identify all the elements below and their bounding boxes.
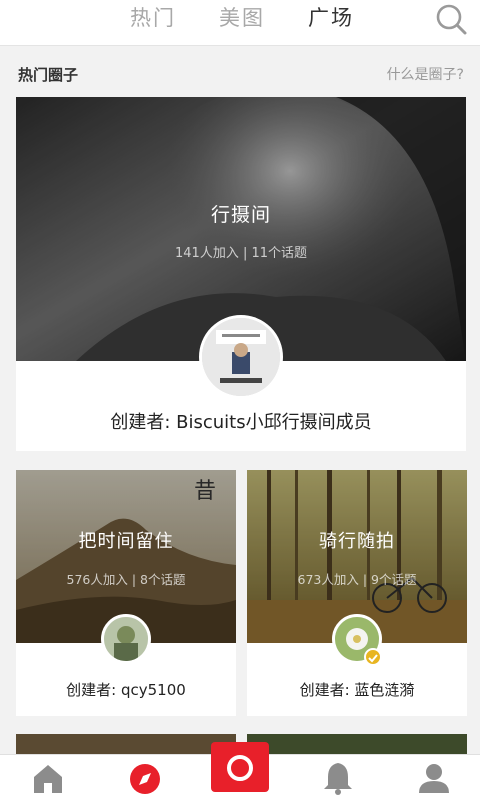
- avatar-image: [104, 617, 148, 661]
- nav-home[interactable]: [18, 755, 78, 800]
- circle-name: 把时间留住: [78, 531, 174, 552]
- home-icon: [34, 765, 62, 793]
- circle-card[interactable]: 昔 把时间留住 576人加入 | 8个话题 创建者: qcy5100: [16, 470, 236, 716]
- search-icon: [436, 4, 467, 35]
- nav-discover[interactable]: [115, 755, 175, 800]
- search-button[interactable]: [434, 2, 468, 36]
- section-header: 热门圈子 什么是圈子?: [0, 46, 480, 96]
- creator-name: 创建者: 蓝色涟漪: [299, 681, 415, 699]
- circle-card-partial[interactable]: [247, 734, 467, 754]
- bottom-navigation: [0, 742, 480, 800]
- circle-name: 骑行随拍: [319, 531, 395, 552]
- verified-badge-icon: [364, 648, 382, 666]
- camera-icon: [227, 755, 253, 781]
- circle-card-featured[interactable]: 行摄间 141人加入 | 11个话题 创建者: Biscuits小邱行摄间成员: [16, 97, 466, 451]
- circle-stats: 673人加入 | 9个话题: [297, 572, 417, 587]
- circle-stats: 141人加入 | 11个话题: [175, 246, 307, 261]
- circle-stats: 576人加入 | 8个话题: [66, 572, 186, 587]
- tab-pics[interactable]: 美图: [219, 4, 265, 32]
- tab-hot[interactable]: 热门: [130, 4, 176, 32]
- avatar-image: [202, 318, 280, 396]
- creator-name: 创建者: Biscuits小邱行摄间成员: [110, 412, 372, 433]
- compass-icon: [130, 764, 160, 794]
- nav-camera-button[interactable]: [211, 742, 269, 792]
- creator-avatar[interactable]: [199, 315, 283, 399]
- user-icon: [419, 764, 449, 793]
- circle-card[interactable]: 骑行随拍 673人加入 | 9个话题 创建者: 蓝色涟漪: [247, 470, 467, 716]
- nav-notifications[interactable]: [308, 755, 368, 800]
- creator-avatar[interactable]: [101, 614, 151, 664]
- bell-icon: [324, 763, 352, 795]
- top-tab-bar: 热门 美图 广场: [0, 0, 480, 46]
- what-is-circle-link[interactable]: 什么是圈子?: [387, 64, 464, 84]
- nav-profile[interactable]: [404, 755, 464, 800]
- circle-name: 行摄间: [210, 204, 271, 226]
- tab-square[interactable]: 广场: [308, 4, 354, 32]
- section-title: 热门圈子: [18, 66, 79, 84]
- creator-name: 创建者: qcy5100: [66, 681, 186, 699]
- circle-card-partial[interactable]: [16, 734, 236, 754]
